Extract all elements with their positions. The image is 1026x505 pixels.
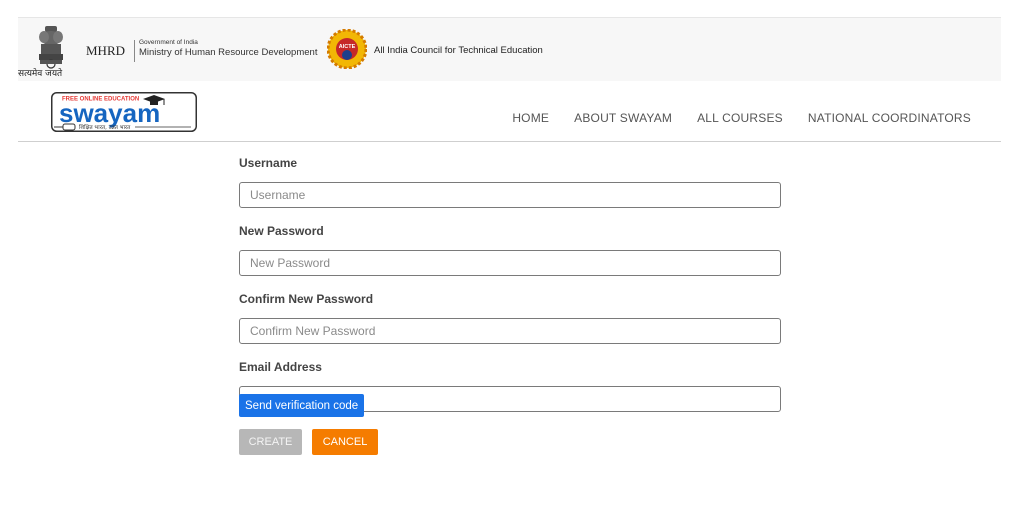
username-group: Username [239, 150, 781, 218]
email-label: Email Address [239, 360, 322, 374]
mhrd-divider [134, 40, 135, 62]
government-header: सत्यमेव जयते MHRD Government of India Mi… [18, 17, 1001, 82]
new-password-label: New Password [239, 224, 324, 238]
new-password-group: New Password [239, 218, 781, 286]
swayam-logo[interactable]: FREE ONLINE EDUCATION swayam शिक्षित भार… [51, 92, 197, 132]
nav-national-coordinators[interactable]: NATIONAL COORDINATORS [808, 111, 971, 125]
confirm-password-input[interactable] [239, 318, 781, 344]
top-spacer [0, 0, 1026, 17]
mhrd-ministry-name: Ministry of Human Resource Development [139, 47, 318, 58]
nav-about-swayam[interactable]: ABOUT SWAYAM [574, 111, 672, 125]
main-navbar: FREE ONLINE EDUCATION swayam शिक्षित भार… [18, 81, 1001, 142]
signup-form: Username New Password Confirm New Passwo… [239, 150, 781, 455]
confirm-password-group: Confirm New Password [239, 286, 781, 354]
brand-name: swayam [59, 98, 160, 128]
nav-all-courses[interactable]: ALL COURSES [697, 111, 783, 125]
username-input[interactable] [239, 182, 781, 208]
aicte-name: All India Council for Technical Educatio… [374, 45, 543, 56]
emblem-motto: सत्यमेव जयते [18, 69, 63, 79]
new-password-input[interactable] [239, 250, 781, 276]
aicte-logo-text: AICTE [339, 44, 356, 50]
primary-nav: HOME ABOUT SWAYAM ALL COURSES NATIONAL C… [487, 111, 971, 125]
create-button[interactable]: CREATE [239, 429, 302, 455]
cancel-button[interactable]: CANCEL [312, 429, 378, 455]
brand-motto: शिक्षित भारत, उन्नत भारत [79, 124, 131, 131]
mhrd-abbreviation: MHRD [86, 43, 126, 58]
mhrd-government-label: Government of India [139, 39, 198, 46]
send-verification-code-button[interactable]: Send verification code [239, 394, 365, 417]
aicte-logo-icon: AICTE [327, 29, 367, 69]
username-label: Username [239, 156, 298, 170]
confirm-password-label: Confirm New Password [239, 292, 374, 306]
nav-home[interactable]: HOME [512, 111, 549, 125]
